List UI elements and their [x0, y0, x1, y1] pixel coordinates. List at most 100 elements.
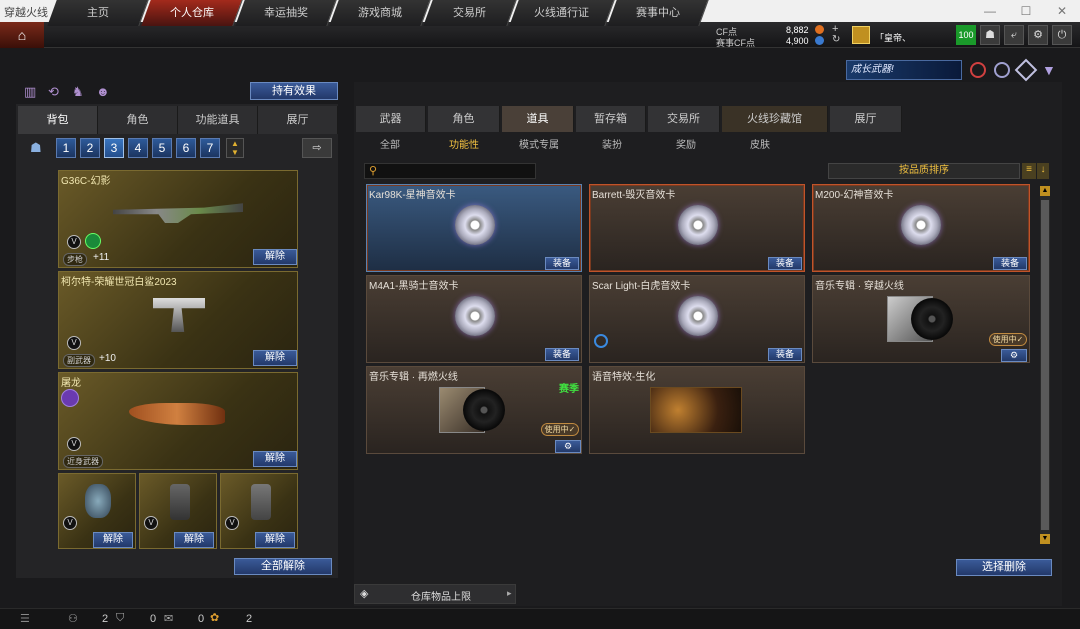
stats-icon[interactable]: ▥ — [24, 84, 36, 100]
page-6-button[interactable]: 6 — [176, 138, 196, 158]
share-icon[interactable]: ⇨ — [302, 138, 332, 158]
settings-gear-button[interactable]: ⚙ — [555, 440, 581, 453]
minimize-button[interactable]: — — [972, 0, 1008, 22]
tab-collection[interactable]: 火线珍藏馆 — [722, 106, 828, 132]
subtab-dress[interactable]: 装扮 — [592, 138, 632, 154]
item-card[interactable]: 语音特效-生化 — [589, 366, 805, 454]
settings-icon[interactable]: ⚙ — [1028, 25, 1048, 45]
tab-battle-pass[interactable]: 火线通行证 — [509, 0, 615, 26]
vip-icon[interactable] — [970, 62, 986, 78]
throwable-slot-1[interactable]: V 解除 — [58, 473, 136, 549]
scroll-up-icon[interactable]: ▲ — [1040, 186, 1050, 196]
shield-icon[interactable]: ⛉ — [116, 612, 124, 625]
character-icon[interactable]: ♞ — [72, 84, 84, 100]
tab-backpack[interactable]: 背包 — [18, 106, 98, 134]
item-card[interactable]: Kar98K-星神音效卡 装备 — [366, 184, 582, 272]
tab-trade[interactable]: 交易所 — [648, 106, 720, 132]
storage-limit-bar[interactable]: ◈ 仓库物品上限 ▸ — [354, 584, 516, 604]
item-card[interactable]: Barrett-毁灭音效卡 装备 — [589, 184, 805, 272]
unequip-button[interactable]: 解除 — [93, 532, 133, 548]
equip-button[interactable]: 装备 — [545, 348, 579, 361]
scroll-thumb[interactable] — [1041, 200, 1049, 530]
unequip-button[interactable]: 解除 — [253, 451, 297, 467]
tab-temp-box[interactable]: 暂存箱 — [576, 106, 646, 132]
unequip-button[interactable]: 解除 — [174, 532, 214, 548]
close-button[interactable]: ✕ — [1044, 0, 1080, 22]
page-3-button[interactable]: 3 — [104, 138, 124, 158]
friends-icon[interactable]: ⚇ — [68, 612, 78, 625]
clan-count: 0 — [150, 613, 157, 625]
tab-character[interactable]: 角色 — [98, 106, 178, 134]
subtab-all[interactable]: 全部 — [370, 138, 410, 154]
sort-dropdown[interactable]: 按品质排序 — [828, 163, 1020, 179]
settings-gear-button[interactable]: ⚙ — [1001, 349, 1027, 362]
home-icon[interactable]: ⌂ — [0, 22, 44, 48]
select-delete-button[interactable]: 选择删除 — [956, 559, 1052, 576]
tab-home[interactable]: 主页 — [47, 0, 149, 26]
scroll-down-icon[interactable]: ▼ — [1040, 534, 1050, 544]
hold-effect-button[interactable]: 持有效果 — [250, 82, 338, 100]
refresh-icon[interactable]: ↻ — [832, 34, 840, 45]
tab-shop[interactable]: 游戏商城 — [329, 0, 431, 26]
subtab-mode[interactable]: 模式专属 — [514, 138, 564, 154]
helmet-icon[interactable]: ☗ — [980, 25, 1000, 45]
list-view-icon[interactable]: ≡ — [1022, 163, 1036, 179]
pet-icon[interactable]: ☻ — [96, 84, 110, 99]
page-1-button[interactable]: 1 — [56, 138, 76, 158]
page-5-button[interactable]: 5 — [152, 138, 172, 158]
gift-icon[interactable]: ✿ — [210, 611, 219, 624]
throwable-slot-3[interactable]: V 解除 — [220, 473, 298, 549]
equip-button[interactable]: 装备 — [768, 257, 802, 270]
star-icon[interactable] — [1014, 58, 1038, 82]
tab-events[interactable]: 赛事中心 — [607, 0, 709, 26]
item-card[interactable]: M4A1-黑骑士音效卡 装备 — [366, 275, 582, 363]
search-input[interactable]: ⚲ — [364, 163, 536, 179]
rotate-icon[interactable]: ⟲ — [48, 84, 59, 100]
weapon-card-secondary[interactable]: 柯尔特-荣耀世冠白鲨2023 V 副武器 +10 解除 — [58, 271, 298, 369]
tab-showroom[interactable]: 展厅 — [258, 106, 338, 134]
subtab-rewards[interactable]: 奖励 — [666, 138, 706, 154]
equip-button[interactable]: 装备 — [545, 257, 579, 270]
sound-card-disc-icon — [678, 296, 718, 336]
unequip-button[interactable]: 解除 — [255, 532, 295, 548]
tab-exchange[interactable]: 交易所 — [423, 0, 517, 26]
item-card[interactable]: M200-幻神音效卡 装备 — [812, 184, 1030, 272]
item-card[interactable]: 音乐专辑 · 穿越火线 使用中✓ ⚙ — [812, 275, 1030, 363]
unequip-all-button[interactable]: 全部解除 — [234, 558, 332, 575]
weapon-card-primary[interactable]: G36C-幻影 V 步枪 +11 解除 — [58, 170, 298, 268]
exit-icon[interactable]: ⤶ — [1004, 25, 1024, 45]
maximize-button[interactable]: ☐ — [1008, 0, 1044, 22]
item-name: 音乐专辑 · 再燃火线 — [369, 372, 458, 383]
throwable-slot-2[interactable]: V 解除 — [139, 473, 217, 549]
page-4-button[interactable]: 4 — [128, 138, 148, 158]
globe-icon[interactable] — [994, 62, 1010, 78]
unequip-button[interactable]: 解除 — [253, 249, 297, 265]
item-card[interactable]: 音乐专辑 · 再燃火线 赛季 使用中✓ ⚙ — [366, 366, 582, 454]
equip-button[interactable]: 装备 — [768, 348, 802, 361]
page-2-button[interactable]: 2 — [80, 138, 100, 158]
menu-icon[interactable]: ☰ — [20, 612, 30, 625]
unequip-button[interactable]: 解除 — [253, 350, 297, 366]
tab-weapons[interactable]: 武器 — [356, 106, 426, 132]
tab-characters[interactable]: 角色 — [428, 106, 500, 132]
chevron-logo-icon[interactable]: ▼ — [1042, 62, 1058, 78]
chat-icon[interactable]: ✉ — [164, 612, 173, 625]
tab-showroom-right[interactable]: 展厅 — [830, 106, 902, 132]
tab-lucky-draw[interactable]: 幸运抽奖 — [235, 0, 337, 26]
page-7-button[interactable]: 7 — [200, 138, 220, 158]
weapon-card-melee[interactable]: 屠龙 V 近身武器 解除 — [58, 372, 298, 470]
tab-personal-storage[interactable]: 个人仓库 — [141, 0, 243, 26]
sort-direction-icon[interactable]: ↓ — [1037, 163, 1049, 179]
gift-count: 2 — [246, 613, 253, 625]
power-icon[interactable]: ⏻ — [1052, 25, 1072, 45]
page-stepper[interactable]: ▲ ▼ — [226, 138, 244, 158]
tab-function-items[interactable]: 功能道具 — [178, 106, 258, 134]
item-card[interactable]: Scar Light-白虎音效卡 装备 — [589, 275, 805, 363]
equip-button[interactable]: 装备 — [993, 257, 1027, 270]
growth-weapon-banner[interactable]: 成长武器! — [846, 60, 962, 80]
tab-items[interactable]: 道具 — [502, 106, 574, 132]
scrollbar[interactable]: ▲ ▼ — [1040, 186, 1050, 544]
grenade-image — [251, 484, 271, 520]
subtab-functional[interactable]: 功能性 — [444, 138, 484, 154]
subtab-skins[interactable]: 皮肤 — [740, 138, 780, 154]
